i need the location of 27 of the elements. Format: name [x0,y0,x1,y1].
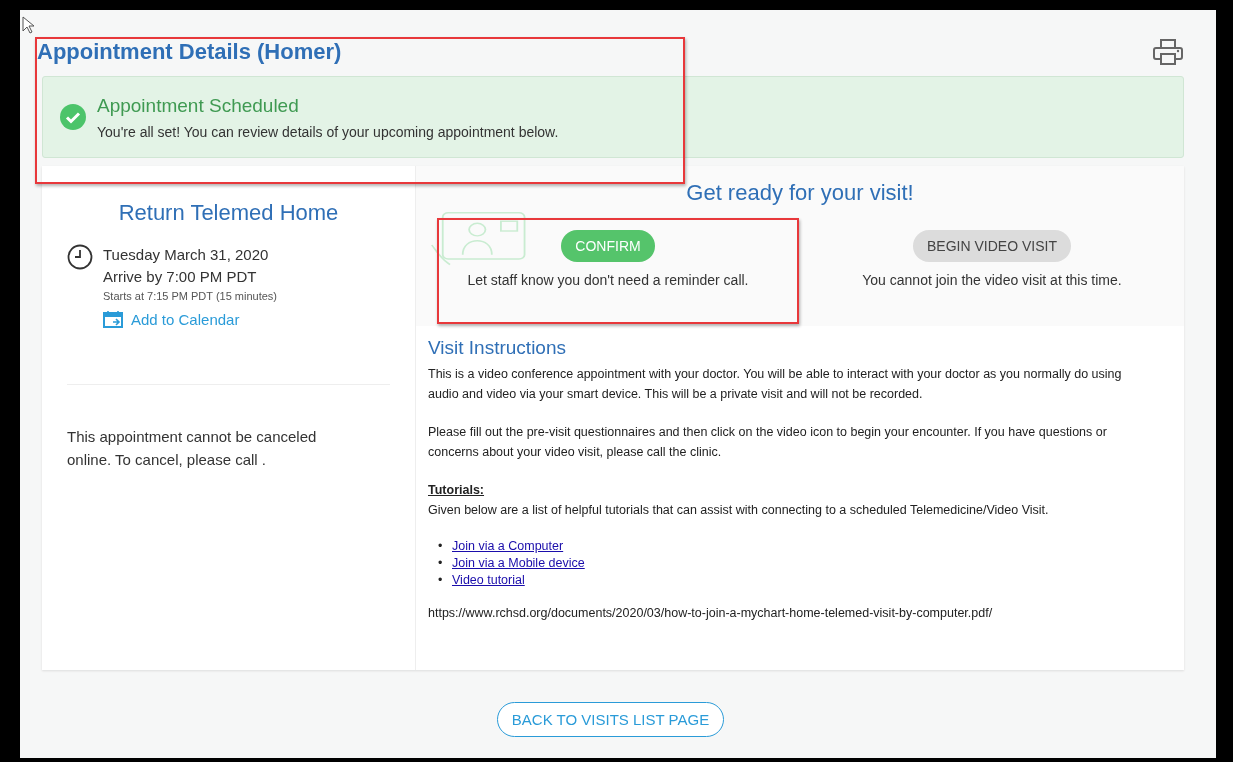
calendar-icon [103,310,123,328]
tutorial-link[interactable]: Join via a Computer [452,539,564,553]
page-title: Appointment Details (Homer) [37,39,342,65]
tutorial-link[interactable]: Join via a Mobile device [452,556,585,570]
instructions-paragraph: Please fill out the pre-visit questionnaires and then click on the video icon to begin your encounter. If you have questions or concerns about your video visit, please call the clinic. [428,424,1108,461]
banner-message: You're all set! You can review details of your upcoming appointment below. [97,123,559,140]
start-time: Starts at 7:15 PM PDT (15 minutes) [103,290,278,302]
action-caption: You cannot join the video visit at this time. [862,272,1122,288]
appointment-date: Tuesday March 31, 2020 [103,245,270,265]
check-icon [59,103,87,131]
arrival-time: Arrive by 7:00 PM PDT [103,267,258,287]
bullet: • [438,572,444,589]
bullet: • [438,538,444,555]
tutorials-heading: Tutorials: [428,482,486,499]
get-ready-heading: Get ready for your visit! [685,180,915,206]
tutorials-intro: Given below are a list of helpful tutorials that can assist with connecting to a scheduled Telemedicine/Video Visit. [428,502,1050,519]
department-heading: Return Telemed Home [117,200,340,226]
tutorial-url: https://www.rchsd.org/documents/2020/03/how-to-join-a-mychart-home-telemed-visit-by-computer.pdf/ [428,605,994,622]
instructions-heading: Visit Instructions [428,338,567,358]
clock-icon [67,244,93,270]
print-icon[interactable] [1152,38,1184,66]
instructions-paragraph: This is a video conference appointment with your doctor. You will be able to interact with your doctor as you normally do using audio and video via your smart device. This will be a private visit and will not be recorded. [428,366,1123,403]
bullet: • [438,555,444,572]
cancel-note: This appointment cannot be canceled online. To cancel, please call . [67,427,318,470]
tutorial-link[interactable]: Video tutorial [452,573,525,587]
banner-title: Appointment Scheduled [97,94,300,117]
action-caption: Let staff know you don't need a reminder call. [467,272,749,288]
